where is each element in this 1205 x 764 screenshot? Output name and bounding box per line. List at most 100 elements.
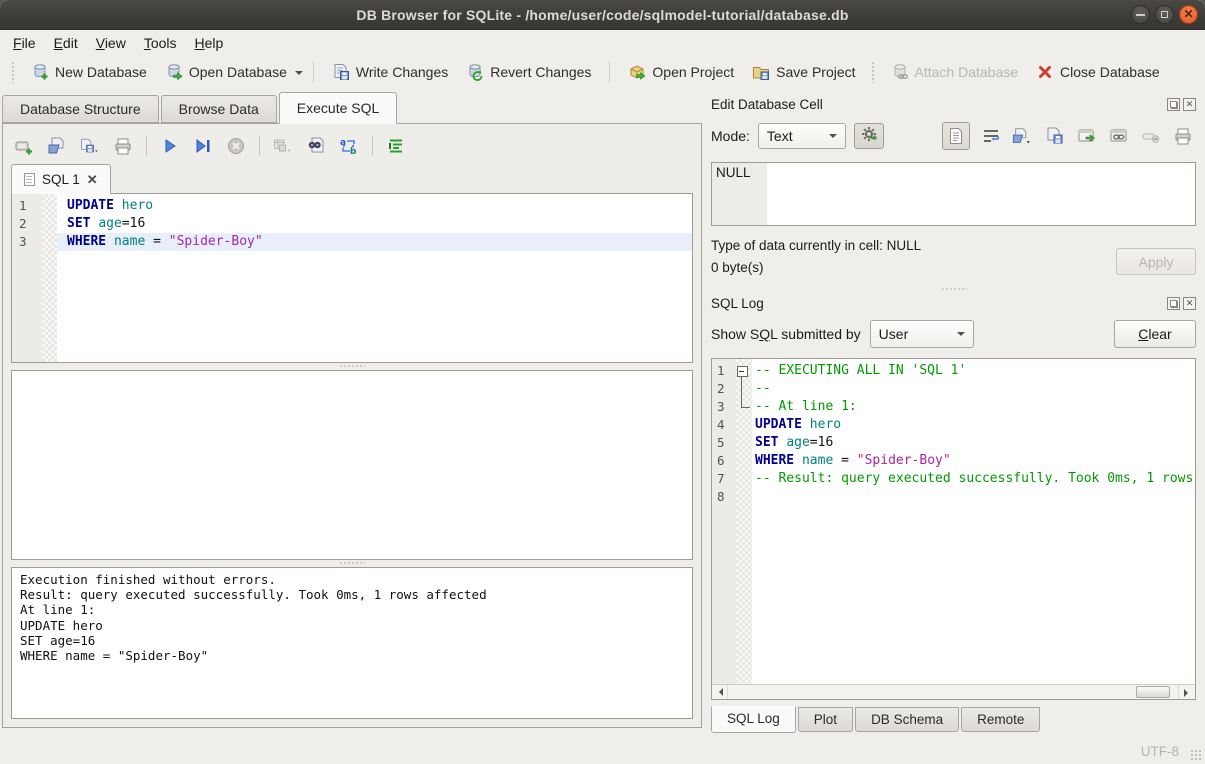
editor-results-splitter[interactable] xyxy=(11,363,693,370)
cell-value: NULL xyxy=(716,165,751,180)
find-replace-icon[interactable]: ab xyxy=(338,135,360,157)
sql-editor[interactable]: 1UPDATE hero2SET age=163WHERE name = "Sp… xyxy=(11,193,693,363)
open-sql-file-icon[interactable] xyxy=(46,135,68,157)
cell-value-editor[interactable]: NULL xyxy=(711,162,1196,226)
code-text: WHERE name = "Spider-Boy" xyxy=(57,233,692,251)
window-controls: ✕ xyxy=(1131,5,1205,24)
minimize-button[interactable] xyxy=(1131,5,1150,24)
titlebar[interactable]: DB Browser for SQLite - /home/user/code/… xyxy=(0,0,1205,30)
print-cell-icon[interactable] xyxy=(1172,125,1194,147)
code-text xyxy=(752,488,1195,506)
revert-changes-button[interactable]: Revert Changes xyxy=(458,58,599,86)
maximize-button[interactable] xyxy=(1155,5,1174,24)
auto-format-icon[interactable] xyxy=(385,135,407,157)
close-icon: ✕ xyxy=(1180,6,1197,23)
open-external-icon[interactable] xyxy=(1076,125,1098,147)
edit-cell-close-button[interactable] xyxy=(1183,98,1196,111)
revert-changes-icon xyxy=(466,63,484,81)
sql-tab-close-icon[interactable]: ✕ xyxy=(87,173,98,186)
write-changes-button[interactable]: Write Changes xyxy=(324,58,456,86)
show-sql-label: Show SQL submitted by xyxy=(711,326,861,342)
log-lines: 1-- EXECUTING ALL IN 'SQL 1'2--3 -- At li… xyxy=(712,359,1195,506)
mode-select[interactable]: Text xyxy=(758,123,846,149)
close-database-button[interactable]: Close Database xyxy=(1028,58,1168,86)
auto-switch-mode-button[interactable] xyxy=(854,123,884,149)
scroll-right-arrow-icon[interactable] xyxy=(1178,685,1195,699)
new-sql-tab-icon[interactable] xyxy=(13,135,35,157)
stop-execution-icon xyxy=(225,135,247,157)
svg-text:b: b xyxy=(350,147,357,156)
dock-tab-remote[interactable]: Remote xyxy=(961,707,1040,732)
print-sql-icon[interactable] xyxy=(112,135,134,157)
fold-margin xyxy=(736,488,752,506)
fold-margin xyxy=(42,233,57,251)
dock-tab-db-schema[interactable]: DB Schema xyxy=(855,707,959,732)
line-number: 1 xyxy=(712,362,736,380)
sql-log-close-button[interactable] xyxy=(1183,297,1196,310)
tab-execute-sql[interactable]: Execute SQL xyxy=(279,92,398,124)
menu-view[interactable]: View xyxy=(87,32,135,54)
menu-edit[interactable]: Edit xyxy=(45,32,87,54)
code-line: 2SET age=16 xyxy=(12,215,692,233)
fold-margin xyxy=(736,452,752,470)
results-pane[interactable] xyxy=(11,370,693,560)
fold-marker-icon[interactable] xyxy=(736,362,752,380)
dock-tab-sql-log[interactable]: SQL Log xyxy=(711,706,796,733)
maximize-icon xyxy=(1161,11,1168,18)
sql-log-header: SQL Log xyxy=(711,293,1196,313)
save-project-button[interactable]: Save Project xyxy=(744,58,863,86)
tab-database-structure[interactable]: Database Structure xyxy=(2,95,159,123)
main-area: Database Structure Browse Data Execute S… xyxy=(0,89,1205,738)
menu-help[interactable]: Help xyxy=(186,32,233,54)
dock-splitter[interactable] xyxy=(711,285,1196,293)
text-mode-icon[interactable] xyxy=(942,122,970,150)
minimize-icon xyxy=(1136,14,1145,16)
scrollbar-thumb[interactable] xyxy=(1136,686,1170,698)
submitted-by-select[interactable]: User xyxy=(870,320,974,348)
new-database-icon xyxy=(31,63,49,81)
import-data-icon[interactable] xyxy=(1012,125,1034,147)
code-text: -- At line 1: xyxy=(752,398,1195,416)
cell-info-row: Type of data currently in cell: NULL 0 b… xyxy=(711,238,1196,275)
tab-browse-data[interactable]: Browse Data xyxy=(161,95,277,123)
execution-message-log[interactable]: Execution finished without errors. Resul… xyxy=(11,567,693,719)
execute-current-line-icon[interactable] xyxy=(192,135,214,157)
sql-tab-sql1[interactable]: SQL 1 ✕ xyxy=(11,164,111,194)
app-window: DB Browser for SQLite - /home/user/code/… xyxy=(0,0,1205,764)
menu-file[interactable]: File xyxy=(4,32,45,54)
results-log-splitter[interactable] xyxy=(11,560,693,567)
clear-log-button[interactable]: Clear xyxy=(1114,320,1196,348)
link-data-icon[interactable] xyxy=(1108,125,1130,147)
toolbar-grip[interactable] xyxy=(11,61,16,83)
close-button[interactable]: ✕ xyxy=(1179,5,1198,24)
code-text: UPDATE hero xyxy=(752,416,1195,434)
open-project-button[interactable]: Open Project xyxy=(620,58,742,86)
find-icon[interactable] xyxy=(305,135,327,157)
code-line: 1-- EXECUTING ALL IN 'SQL 1' xyxy=(712,362,1195,380)
code-line: 1UPDATE hero xyxy=(12,197,692,215)
execute-all-icon[interactable] xyxy=(159,135,181,157)
sql-log-view[interactable]: 1-- EXECUTING ALL IN 'SQL 1'2--3 -- At li… xyxy=(711,358,1196,700)
mode-label: Mode: xyxy=(711,128,750,144)
toolbar-separator xyxy=(609,61,610,83)
open-database-button[interactable]: Open Database xyxy=(157,58,295,86)
sql-log-float-button[interactable] xyxy=(1167,297,1180,310)
toolbar-grip[interactable] xyxy=(871,61,876,83)
dock-tab-plot[interactable]: Plot xyxy=(798,707,853,732)
save-sql-file-icon[interactable] xyxy=(79,135,101,157)
word-wrap-icon[interactable] xyxy=(980,125,1002,147)
scrollbar-track[interactable] xyxy=(728,685,1178,699)
cell-type-info: Type of data currently in cell: NULL xyxy=(711,238,921,253)
line-number: 3 xyxy=(712,398,736,416)
open-database-dropdown-caret[interactable] xyxy=(295,71,303,79)
code-line: 2-- xyxy=(712,380,1195,398)
scroll-left-arrow-icon[interactable] xyxy=(712,685,728,699)
sql-document-icon xyxy=(24,173,35,186)
edit-cell-float-button[interactable] xyxy=(1167,98,1180,111)
fold-margin xyxy=(42,215,57,233)
new-database-button[interactable]: New Database xyxy=(23,58,155,86)
menu-tools[interactable]: Tools xyxy=(135,32,186,54)
log-horizontal-scrollbar[interactable] xyxy=(712,684,1195,699)
sql-toolbar-separator xyxy=(146,136,147,156)
export-data-icon[interactable] xyxy=(1044,125,1066,147)
